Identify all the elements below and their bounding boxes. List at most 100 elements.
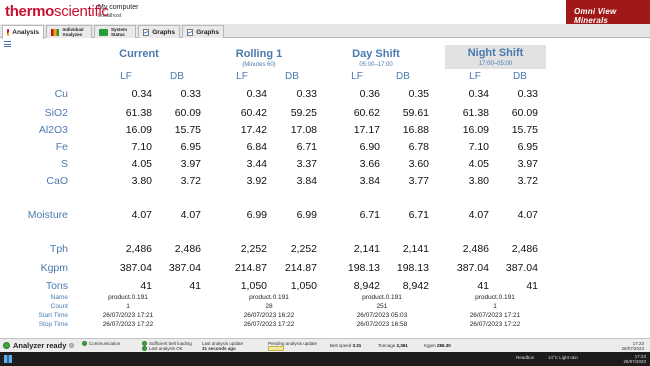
table-cell: 214.87 bbox=[234, 262, 267, 274]
analyzer-status: Analyzer ready bbox=[3, 341, 75, 350]
belt-speed: Belt speed 3.31 bbox=[330, 343, 361, 348]
table-cell: 3.84 bbox=[296, 175, 317, 187]
row-label: Cu bbox=[54, 88, 68, 100]
table-cell: 0.36 bbox=[359, 88, 380, 100]
info-label: Count bbox=[50, 303, 68, 310]
info-label: Name bbox=[50, 294, 68, 301]
table-cell: 59.61 bbox=[402, 107, 429, 119]
table-cell: 0.35 bbox=[408, 88, 429, 100]
menu-icon[interactable] bbox=[4, 41, 11, 47]
table-cell: 4.07 bbox=[131, 209, 152, 221]
group-subtitle: 17:00–05:00 bbox=[478, 61, 513, 67]
taskbar-clock[interactable]: 17:23 26/07/2023 bbox=[623, 354, 646, 364]
table-cell: 3.80 bbox=[468, 175, 489, 187]
tonnage-label: Tonnage bbox=[378, 343, 396, 348]
column-header-db: DB bbox=[170, 71, 184, 82]
row-label: Kgpm bbox=[40, 262, 68, 274]
tab-analysis[interactable]: Analysis bbox=[2, 25, 44, 39]
table-cell: 6.95 bbox=[517, 141, 538, 153]
status-dot-icon bbox=[69, 343, 75, 348]
row-label: S bbox=[60, 158, 68, 170]
computer-name: My computer bbox=[98, 4, 139, 11]
table-cell: 387.04 bbox=[505, 262, 538, 274]
table-cell: 7.10 bbox=[468, 141, 489, 153]
table-cell: 3.44 bbox=[246, 158, 267, 170]
table-cell: 3.37 bbox=[296, 158, 317, 170]
communication-label: Communication bbox=[89, 341, 121, 346]
app-header: thermoscientific My computer Localhost O… bbox=[0, 0, 650, 25]
column-header-lf: LF bbox=[469, 71, 481, 82]
omniview-brand-banner: Omni View Minerals bbox=[566, 0, 650, 25]
info-cell: product.0.191 bbox=[108, 294, 148, 301]
table-cell: 0.34 bbox=[468, 88, 489, 100]
brand-name: Omni View Minerals bbox=[574, 7, 617, 25]
tab-system-status-label: System Status bbox=[111, 27, 128, 37]
group-subtitle: 05:00–17:00 bbox=[359, 62, 393, 68]
group-header-night-shift: Night Shift 17:00–05:00 bbox=[445, 45, 546, 69]
table-cell: 41 bbox=[477, 280, 489, 292]
info-cell: 26/07/2023 05:03 bbox=[356, 312, 408, 319]
table-cell: 0.33 bbox=[180, 88, 201, 100]
tab-bar: Analysis Individual Analyzes System Stat… bbox=[0, 24, 650, 39]
table-cell: 3.66 bbox=[359, 158, 380, 170]
info-label: Stop Time bbox=[38, 321, 68, 328]
table-cell: 60.62 bbox=[353, 107, 380, 119]
last-update-indicator: Last analysis update 31 seconds ago bbox=[202, 341, 243, 351]
table-cell: 6.71 bbox=[296, 141, 317, 153]
table-cell: 61.38 bbox=[125, 107, 152, 119]
group-title: Current bbox=[119, 48, 159, 60]
table-cell: 3.72 bbox=[517, 175, 538, 187]
table-cell: 4.07 bbox=[517, 209, 538, 221]
table-cell: 6.84 bbox=[246, 141, 267, 153]
belt-speed-label: Belt speed bbox=[330, 343, 352, 348]
table-cell: 16.09 bbox=[125, 124, 152, 136]
table-cell: 6.99 bbox=[246, 209, 267, 221]
table-cell: 3.72 bbox=[180, 175, 201, 187]
row-label: SiO2 bbox=[44, 107, 68, 119]
info-cell: 28 bbox=[265, 303, 273, 310]
table-cell: 6.71 bbox=[408, 209, 429, 221]
column-header-lf: LF bbox=[236, 71, 248, 82]
table-cell: 60.09 bbox=[174, 107, 201, 119]
table-cell: 2,252 bbox=[290, 243, 317, 255]
tab-graphs-2[interactable]: Graphs bbox=[182, 25, 224, 38]
column-header-lf: LF bbox=[120, 71, 132, 82]
table-cell: 6.78 bbox=[408, 141, 429, 153]
taskbar-weather[interactable]: 14°C Light rain bbox=[548, 355, 578, 360]
belt-indicators: Sufficient belt loading Last analysis OK bbox=[142, 341, 192, 351]
taskbar-app-label[interactable]: Readbus bbox=[516, 355, 534, 360]
table-cell: 4.07 bbox=[468, 209, 489, 221]
table-cell: 15.75 bbox=[174, 124, 201, 136]
pending-progress-bar bbox=[268, 346, 284, 351]
tab-graphs-1[interactable]: Graphs bbox=[138, 25, 180, 38]
info-cell: 26/07/2023 16:58 bbox=[356, 321, 408, 328]
status-bar: Analyzer ready Communication Sufficient … bbox=[0, 338, 650, 352]
table-cell: 8,942 bbox=[353, 280, 380, 292]
group-header-current: Current bbox=[104, 48, 174, 61]
table-cell: 387.04 bbox=[456, 262, 489, 274]
table-cell: 0.33 bbox=[517, 88, 538, 100]
windows-start-icon[interactable] bbox=[4, 355, 12, 363]
analyzer-ready-indicator-icon bbox=[3, 342, 10, 349]
table-cell: 198.13 bbox=[347, 262, 380, 274]
table-cell: 6.90 bbox=[359, 141, 380, 153]
info-cell: 1 bbox=[493, 303, 497, 310]
last-update-value: 31 seconds ago bbox=[202, 346, 236, 351]
table-cell: 15.75 bbox=[511, 124, 538, 136]
info-cell: product.0.191 bbox=[249, 294, 289, 301]
info-cell: 26/07/2023 17:22 bbox=[469, 321, 521, 328]
table-cell: 16.09 bbox=[462, 124, 489, 136]
tab-individual-analyzers-label: Individual Analyzes bbox=[62, 27, 84, 37]
tab-individual-analyzers[interactable]: Individual Analyzes bbox=[46, 25, 92, 38]
table-cell: 3.92 bbox=[246, 175, 267, 187]
group-title: Day Shift bbox=[352, 48, 400, 60]
info-label: Start Time bbox=[38, 312, 68, 319]
info-cell: 26/07/2023 17:21 bbox=[469, 312, 521, 319]
tab-system-status[interactable]: System Status bbox=[94, 25, 136, 38]
table-cell: 3.77 bbox=[408, 175, 429, 187]
info-cell: 26/07/2023 17:22 bbox=[102, 321, 154, 328]
pending-update-indicator: Pending analysis update bbox=[268, 341, 317, 351]
table-cell: 41 bbox=[526, 280, 538, 292]
table-cell: 41 bbox=[140, 280, 152, 292]
info-cell: product.0.191 bbox=[362, 294, 402, 301]
